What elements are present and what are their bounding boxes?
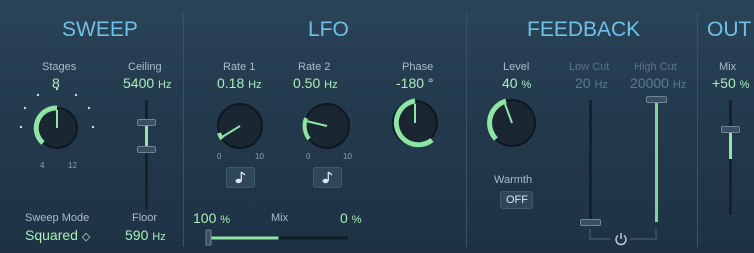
out-mix-fader-fill <box>729 131 732 159</box>
phaser-plugin-panel: SWEEP Stages 8 4 12 Ceiling 5400 Hz Floo… <box>0 0 754 253</box>
out-mix-label: Mix <box>719 61 737 73</box>
out-section-title: OUT <box>707 18 752 41</box>
power-icon[interactable] <box>614 232 628 246</box>
out-mix-handle[interactable] <box>721 126 740 133</box>
filter-bypass-bracket <box>589 229 657 240</box>
out-mix-value[interactable]: +50 % <box>712 76 749 91</box>
